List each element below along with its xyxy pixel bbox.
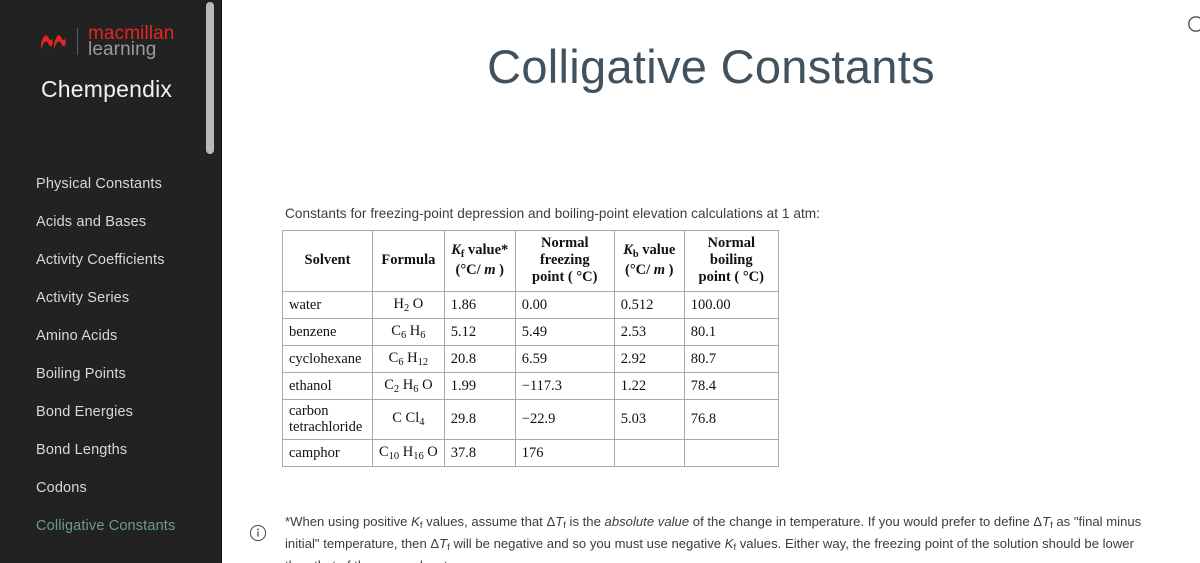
sidebar-item-label: Bond Energies — [36, 404, 134, 420]
cell-kf: 1.99 — [443, 372, 516, 401]
cell-freezing-point: −22.9 — [514, 399, 615, 440]
table-row: camphor C10 H16 O 37.8 176 — [282, 438, 779, 467]
cell-kf: 29.8 — [443, 399, 516, 440]
cell-kf: 20.8 — [443, 345, 516, 374]
app-root: macmillan learning Chempendix Physical C… — [0, 0, 1200, 563]
cell-formula: C Cl4 — [372, 399, 445, 440]
cell-solvent: camphor — [282, 438, 373, 467]
sidebar-item-label: Acids and Bases — [36, 214, 147, 230]
cell-kb: 1.22 — [613, 372, 685, 401]
sidebar-item-boiling-points[interactable]: Boiling Points — [0, 355, 222, 393]
cell-boiling-point: 100.00 — [683, 291, 779, 320]
cell-solvent: cyclohexane — [282, 345, 373, 374]
main-content: Colligative Constants Constants for free… — [222, 0, 1200, 563]
cell-boiling-point: 80.1 — [683, 318, 779, 347]
cell-freezing-point: −117.3 — [514, 372, 615, 401]
th-normal-freezing-point: Normal freezing point ( °C) — [514, 229, 615, 293]
th-kf-value: Kf value* (°C/ m ) — [443, 229, 516, 293]
sidebar-item-activity-series[interactable]: Activity Series — [0, 279, 222, 317]
sidebar-item-label: Activity Coefficients — [36, 252, 165, 268]
circle-icon[interactable] — [1186, 14, 1200, 34]
cell-solvent: water — [282, 291, 373, 320]
sidebar-item-bond-energies[interactable]: Bond Energies — [0, 393, 222, 431]
sidebar-item-colligative-constants[interactable]: Colligative Constants — [0, 507, 222, 545]
cell-kf: 37.8 — [443, 438, 516, 467]
cell-kf: 5.12 — [443, 318, 516, 347]
cell-freezing-point: 176 — [514, 438, 615, 467]
cell-formula: C10 H16 O — [372, 438, 445, 467]
sidebar-content: macmillan learning Chempendix Physical C… — [0, 0, 222, 563]
sidebar-item-label: Bond Lengths — [36, 442, 128, 458]
cell-formula: H2 O — [372, 291, 445, 320]
sidebar-item-label: Codons — [36, 480, 87, 496]
cell-freezing-point: 5.49 — [514, 318, 615, 347]
cell-solvent: benzene — [282, 318, 373, 347]
sidebar: macmillan learning Chempendix Physical C… — [0, 0, 222, 563]
cell-boiling-point: 76.8 — [683, 399, 779, 440]
sidebar-item-label: Physical Constants — [36, 176, 163, 192]
cell-boiling-point: 80.7 — [683, 345, 779, 374]
cell-formula: C2 H6 O — [372, 372, 445, 401]
sidebar-item-acids-and-bases[interactable]: Acids and Bases — [0, 203, 222, 241]
table-header-row: Solvent Formula Kf value* (°C/ m ) Normal… — [282, 229, 779, 293]
sidebar-item-bond-lengths[interactable]: Bond Lengths — [0, 431, 222, 469]
intro-text: Constants for freezing-point depression … — [285, 205, 820, 221]
sidebar-item-label: Boiling Points — [36, 366, 126, 382]
cell-freezing-point: 6.59 — [514, 345, 615, 374]
cell-boiling-point — [683, 438, 779, 467]
sidebar-item-codons[interactable]: Codons — [0, 469, 222, 507]
macmillan-m-icon — [41, 35, 66, 50]
logo-wordmark: macmillan learning — [88, 24, 174, 59]
cell-kb: 2.92 — [613, 345, 685, 374]
colligative-constants-table-wrapper: Solvent Formula Kf value* (°C/ m ) Normal… — [282, 229, 779, 467]
sidebar-item-physical-constants[interactable]: Physical Constants — [0, 165, 222, 203]
sidebar-item-label: Activity Series — [36, 290, 130, 306]
table-row: carbon tetrachloride C Cl4 29.8 −22.9 5.03 76… — [282, 399, 779, 440]
cell-kb: 5.03 — [613, 399, 685, 440]
footnote-text: *When using positive Kf values, assume t… — [285, 514, 1142, 563]
th-kb-value: Kb value (°C/ m ) — [613, 229, 685, 293]
cell-formula: C6 H12 — [372, 345, 445, 374]
sidebar-scrollbar-track[interactable] — [206, 0, 218, 563]
cell-formula: C6 H6 — [372, 318, 445, 347]
cell-solvent: ethanol — [282, 372, 373, 401]
cell-kb — [613, 438, 685, 467]
colligative-constants-table: Solvent Formula Kf value* (°C/ m ) Normal… — [282, 229, 779, 467]
sidebar-item-label: Colligative Constants — [36, 518, 176, 534]
cell-freezing-point: 0.00 — [514, 291, 615, 320]
page-title: Colligative Constants — [487, 40, 935, 93]
cell-kb: 0.512 — [613, 291, 685, 320]
table-header: Solvent Formula Kf value* (°C/ m ) Normal… — [282, 229, 779, 293]
th-formula: Formula — [372, 229, 445, 293]
info-circle-icon[interactable] — [249, 524, 267, 542]
th-solvent: Solvent — [282, 229, 373, 293]
cell-kb: 2.53 — [613, 318, 685, 347]
sidebar-item-amino-acids[interactable]: Amino Acids — [0, 317, 222, 355]
table-row: water H2 O 1.86 0.00 0.512 100.00 — [282, 291, 779, 320]
logo-divider — [77, 27, 78, 55]
table-row: benzene C6 H6 5.12 5.49 2.53 80.1 — [282, 318, 779, 347]
sidebar-item-label: Amino Acids — [36, 328, 118, 344]
cell-solvent: carbon tetrachloride — [282, 399, 373, 440]
macmillan-learning-logo[interactable]: macmillan learning — [0, 0, 222, 59]
th-normal-boiling-point: Normal boiling point ( °C) — [683, 229, 779, 293]
sidebar-nav-list: Physical Constants Acids and Bases Activit… — [0, 103, 222, 545]
sidebar-item-activity-coefficients[interactable]: Activity Coefficients — [0, 241, 222, 279]
sidebar-scrollbar-thumb[interactable] — [206, 2, 214, 154]
table-row: cyclohexane C6 H12 20.8 6.59 2.92 80.7 — [282, 345, 779, 374]
cell-kf: 1.86 — [443, 291, 516, 320]
cell-boiling-point: 78.4 — [683, 372, 779, 401]
table-row: ethanol C2 H6 O 1.99 −117.3 1.22 78.4 — [282, 372, 779, 401]
table-body: water H2 O 1.86 0.00 0.512 100.00 benzene C6 H6… — [282, 291, 779, 467]
